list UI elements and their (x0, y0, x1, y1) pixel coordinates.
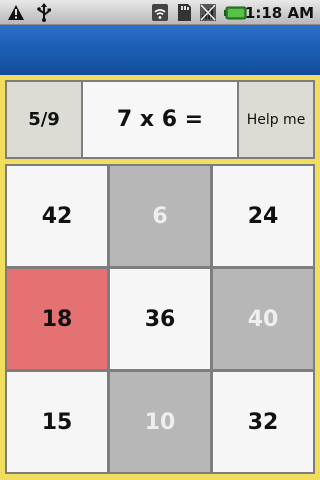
answer-tile[interactable]: 6 (108, 164, 212, 268)
question-header: 5/9 7 x 6 = Help me (5, 80, 315, 159)
sd-card-icon (174, 3, 194, 22)
help-button[interactable]: Help me (237, 80, 315, 159)
answer-tile[interactable]: 36 (108, 267, 212, 371)
status-bar: 1:18 AM (0, 0, 320, 25)
answer-tile[interactable]: 32 (211, 370, 315, 474)
title-bar (0, 25, 320, 75)
wifi-icon (150, 3, 170, 22)
status-time: 1:18 AM (244, 4, 314, 22)
answer-tile[interactable]: 42 (5, 164, 109, 268)
signal-icon (198, 3, 218, 22)
usb-icon (34, 3, 54, 22)
answer-tile[interactable]: 24 (211, 164, 315, 268)
progress-counter: 5/9 (5, 80, 83, 159)
warning-icon (6, 3, 26, 22)
question-text: 7 x 6 = (81, 80, 239, 159)
answer-tile[interactable]: 40 (211, 267, 315, 371)
answer-grid: 42 6 24 18 36 40 15 10 32 (5, 164, 315, 476)
answer-tile[interactable]: 18 (5, 267, 109, 371)
answer-tile[interactable]: 10 (108, 370, 212, 474)
answer-tile[interactable]: 15 (5, 370, 109, 474)
app-screen: 1:18 AM 5/9 7 x 6 = Help me 42 6 24 18 3… (0, 0, 320, 480)
